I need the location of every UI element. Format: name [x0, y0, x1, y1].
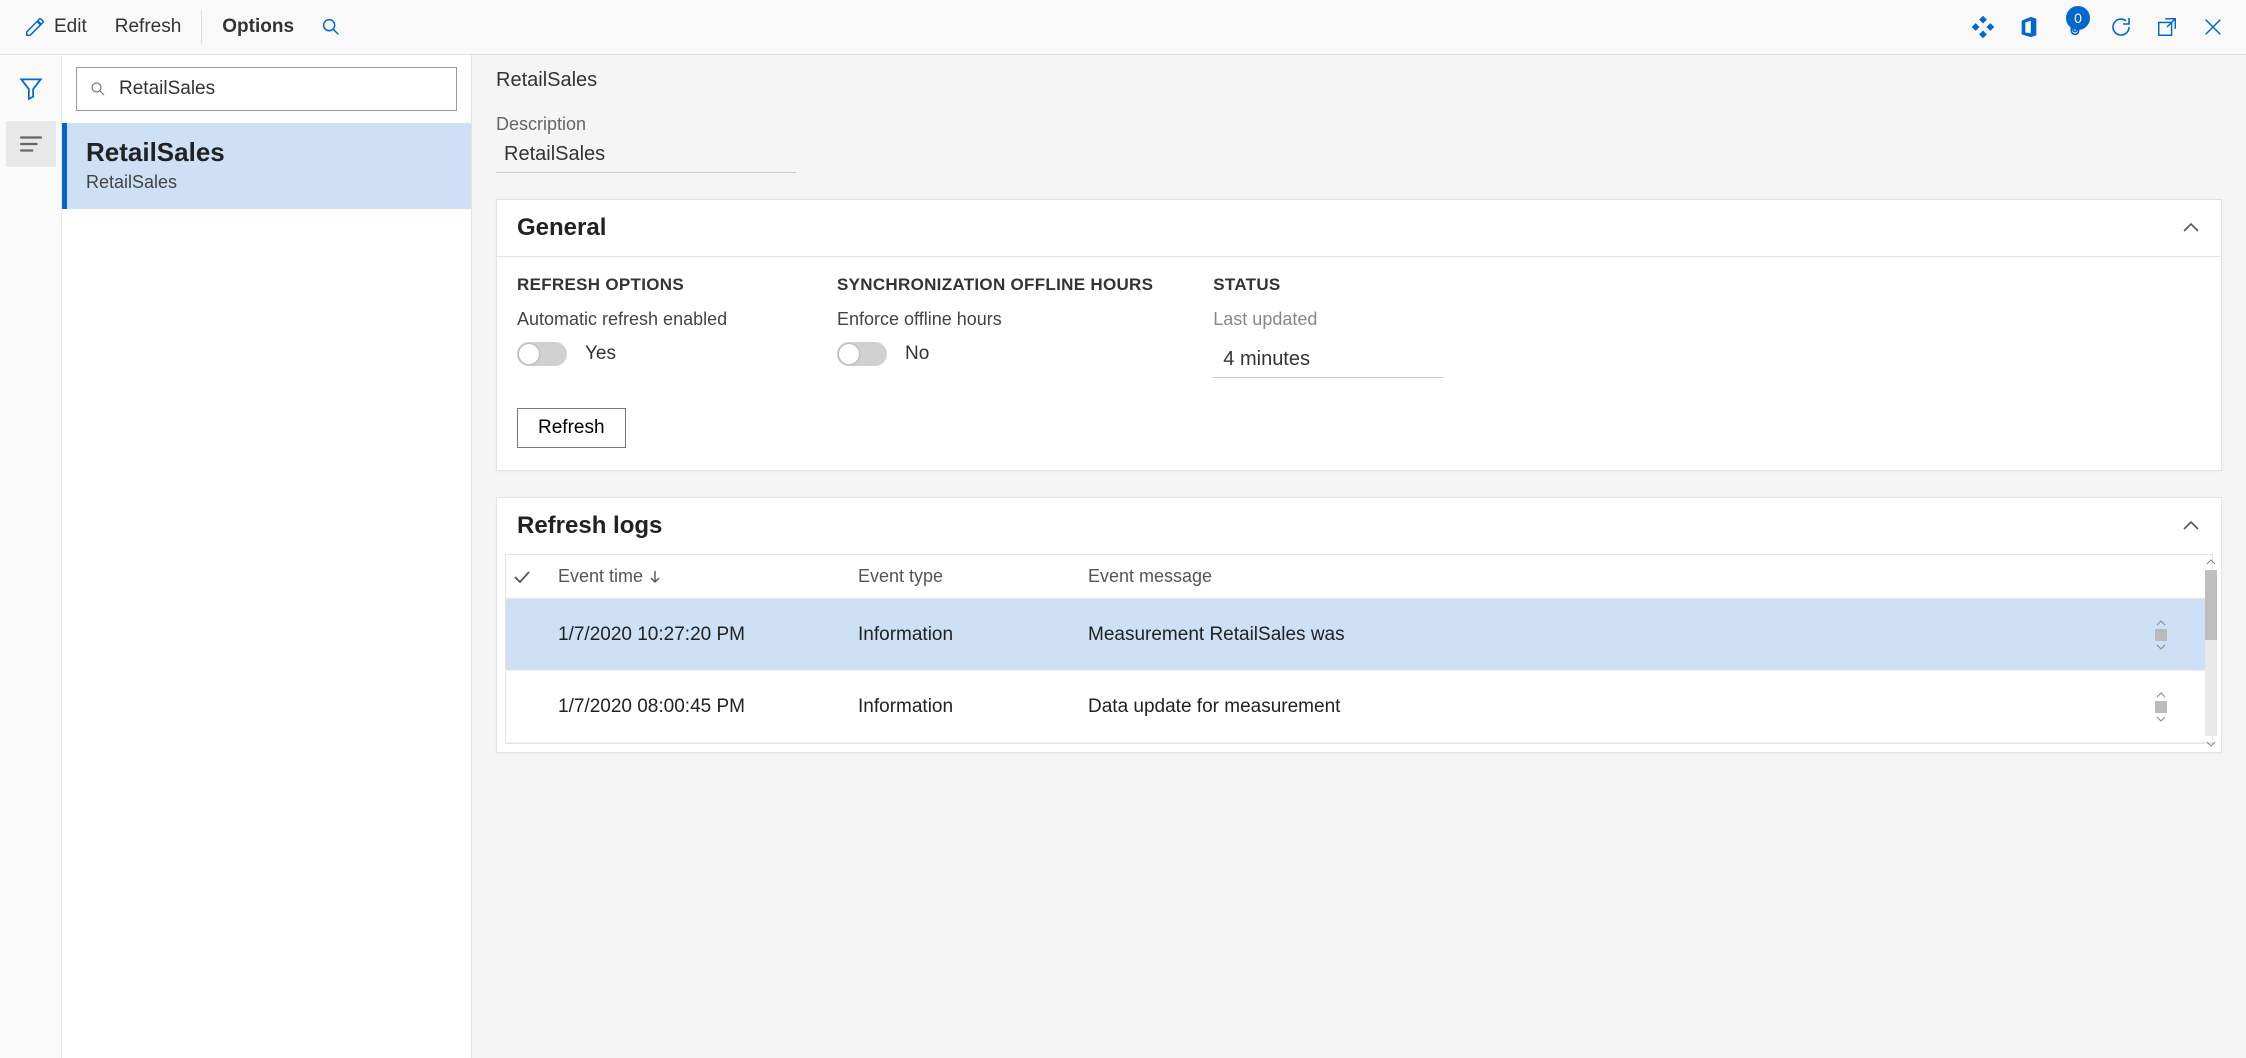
general-section: General REFRESH OPTIONS Automatic refres… [496, 199, 2222, 471]
command-bar: Edit Refresh Options [0, 0, 2246, 55]
list-search-box[interactable] [76, 67, 457, 111]
auto-refresh-toggle[interactable] [517, 342, 567, 366]
list-rail-button[interactable] [6, 121, 56, 167]
search-icon [320, 16, 342, 38]
filter-rail-button[interactable] [6, 65, 56, 111]
status-head: STATUS [1213, 275, 1473, 295]
col-event-message[interactable]: Event message [1082, 566, 2152, 587]
office-button[interactable] [2006, 4, 2052, 50]
auto-refresh-value: Yes [585, 343, 616, 365]
edit-label: Edit [54, 16, 87, 38]
open-new-window-button[interactable] [2144, 4, 2190, 50]
refresh-options-column: REFRESH OPTIONS Automatic refresh enable… [517, 275, 777, 378]
app-grid-button[interactable] [1960, 4, 2006, 50]
reload-button[interactable] [2098, 4, 2144, 50]
list-panel: RetailSales RetailSales [62, 55, 472, 1058]
refresh-button-top[interactable]: Refresh [101, 0, 196, 54]
left-rail [0, 55, 62, 1058]
refresh-logs-title: Refresh logs [517, 512, 662, 540]
general-section-title: General [517, 214, 606, 242]
row-scroll-spinner[interactable] [2152, 691, 2170, 723]
row-scroll-spinner[interactable] [2152, 619, 2170, 651]
close-button[interactable] [2190, 4, 2236, 50]
search-button[interactable] [308, 4, 354, 50]
options-button[interactable]: Options [208, 0, 308, 54]
edit-button[interactable]: Edit [10, 0, 101, 54]
logs-header-row: Event time Event type Event message [506, 555, 2212, 599]
list-search-input[interactable] [117, 77, 444, 101]
pencil-icon [24, 16, 46, 38]
select-all-header[interactable] [506, 569, 552, 585]
cell-event-time: 1/7/2020 08:00:45 PM [552, 696, 852, 718]
toolbar-separator [201, 10, 202, 44]
sync-head: SYNCHRONIZATION OFFLINE HOURS [837, 275, 1153, 295]
general-section-header[interactable]: General [497, 200, 2221, 256]
options-label: Options [222, 16, 294, 38]
refresh-logs-table: Event time Event type Event message 1/7/… [505, 554, 2213, 744]
chevron-up-icon [2181, 221, 2201, 235]
page-title: RetailSales [496, 69, 2222, 92]
logs-scrollbar[interactable] [2203, 558, 2219, 748]
list-item[interactable]: RetailSales RetailSales [62, 123, 471, 209]
description-field[interactable]: RetailSales [496, 137, 796, 173]
description-label: Description [496, 114, 2222, 135]
enforce-offline-label: Enforce offline hours [837, 309, 1153, 330]
popout-icon [2156, 16, 2178, 38]
refresh-logs-header[interactable]: Refresh logs [497, 498, 2221, 554]
table-row[interactable]: 1/7/2020 08:00:45 PM Information Data up… [506, 671, 2212, 743]
office-icon [2018, 15, 2040, 39]
cell-event-time: 1/7/2020 10:27:20 PM [552, 624, 852, 646]
search-icon [89, 80, 107, 98]
detail-panel: RetailSales Description RetailSales Gene… [472, 55, 2246, 1058]
cell-event-message: Measurement RetailSales was [1088, 624, 1345, 646]
close-icon [2202, 16, 2224, 38]
enforce-offline-value: No [905, 343, 929, 365]
cell-event-type: Information [852, 624, 1082, 646]
refresh-label-top: Refresh [115, 16, 182, 38]
list-item-desc: RetailSales [86, 172, 447, 193]
sort-down-icon [649, 569, 661, 585]
diamond-grid-icon [1972, 16, 1994, 38]
cell-event-type: Information [852, 696, 1082, 718]
col-event-time[interactable]: Event time [552, 566, 852, 587]
sync-column: SYNCHRONIZATION OFFLINE HOURS Enforce of… [837, 275, 1153, 378]
refresh-logs-section: Refresh logs Event time [496, 497, 2222, 753]
refresh-button[interactable]: Refresh [517, 408, 626, 448]
chevron-up-icon [2181, 519, 2201, 533]
attachments-badge: 0 [2066, 6, 2090, 30]
auto-refresh-label: Automatic refresh enabled [517, 309, 777, 330]
status-column: STATUS Last updated 4 minutes [1213, 275, 1473, 378]
last-updated-value: 4 minutes [1213, 340, 1443, 378]
list-lines-icon [18, 134, 44, 154]
list-item-name: RetailSales [86, 137, 447, 168]
col-event-type[interactable]: Event type [852, 566, 1082, 587]
funnel-icon [18, 75, 44, 101]
last-updated-label: Last updated [1213, 309, 1473, 330]
refresh-options-head: REFRESH OPTIONS [517, 275, 777, 295]
reload-icon [2109, 15, 2133, 39]
enforce-offline-toggle[interactable] [837, 342, 887, 366]
cell-event-message: Data update for measurement [1088, 696, 1340, 718]
table-row[interactable]: 1/7/2020 10:27:20 PM Information Measure… [506, 599, 2212, 671]
attachments-button[interactable]: 0 [2052, 4, 2098, 50]
